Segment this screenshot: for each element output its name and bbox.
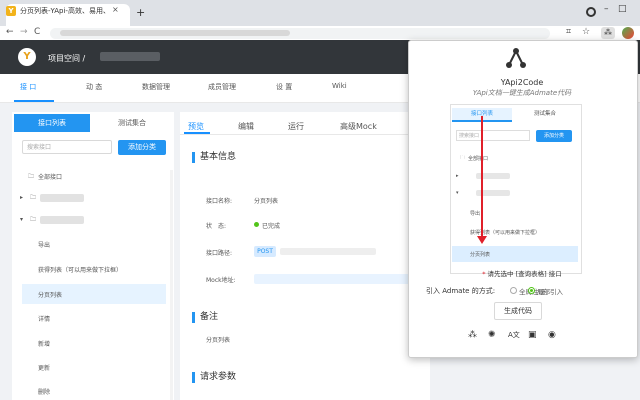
star-icon[interactable]: ☆ <box>582 27 590 37</box>
profile-icon[interactable] <box>586 7 596 17</box>
list-item[interactable]: 导出 <box>38 240 50 249</box>
import-mode-label: 引入 Admate 的方式: <box>426 287 496 295</box>
folder-icon: 🗀 <box>30 194 37 201</box>
shot-search-input: 搜索接口 <box>456 130 530 141</box>
tree-all-interfaces[interactable]: 全部接口 <box>38 172 62 181</box>
tab-edit[interactable]: 编辑 <box>238 121 254 132</box>
tab-run[interactable]: 运行 <box>288 121 304 132</box>
list-item[interactable]: 分页列表 <box>38 290 62 299</box>
tab-data-management[interactable]: 数据管理 <box>142 82 170 92</box>
qr-scan-icon[interactable]: ⌗ <box>566 27 571 37</box>
forward-icon[interactable]: → <box>20 27 28 37</box>
section-basic-info: 基本信息 <box>192 152 236 163</box>
tab-wiki[interactable]: Wiki <box>332 82 347 90</box>
tab-test-collection[interactable]: 测试集合 <box>90 114 174 132</box>
avatar[interactable] <box>622 27 634 39</box>
tab-preview[interactable]: 预览 <box>188 121 204 132</box>
folder-icon: 🗀 <box>28 173 35 180</box>
radio-local-label[interactable]: 局部引入 <box>537 286 563 296</box>
active-tab-indicator <box>14 100 54 102</box>
hint-text: 请先选中 [查询表格] 接口 <box>487 270 562 278</box>
minimize-icon[interactable]: – <box>604 4 609 14</box>
label-status: 状 态: <box>206 223 227 230</box>
share-icon[interactable]: ⁂ <box>468 330 477 340</box>
collapse-icon[interactable]: ▾ <box>20 216 23 223</box>
maximize-icon[interactable]: □ <box>618 4 627 14</box>
url-text-blurred <box>60 30 290 36</box>
shot-tab-test-collection: 测试集合 <box>533 111 556 117</box>
new-tab-button[interactable]: + <box>136 6 145 19</box>
list-item[interactable]: 更新 <box>38 363 50 372</box>
value-status: 已完成 <box>262 223 281 230</box>
tab-member-management[interactable]: 成员管理 <box>208 82 236 92</box>
generate-code-button[interactable]: 生成代码 <box>494 302 542 320</box>
search-input[interactable]: 搜索接口 <box>22 140 112 154</box>
tab-settings[interactable]: 设 置 <box>276 82 292 92</box>
yapi-logo-icon[interactable]: Y <box>18 48 36 66</box>
interface-sidebar <box>12 112 174 400</box>
list-item[interactable]: 详情 <box>38 314 50 323</box>
settings-icon[interactable]: ✺ <box>488 330 496 340</box>
section-request-params: 请求参数 <box>192 372 236 383</box>
status-dot-icon <box>254 222 259 227</box>
popup-hint: * 请先选中 [查询表格] 接口 <box>408 268 636 278</box>
tab-activity[interactable]: 动 态 <box>86 82 102 92</box>
tab-interface[interactable]: 接 口 <box>20 82 36 92</box>
category-name-blurred[interactable] <box>40 216 84 224</box>
expand-icon[interactable]: ▸ <box>20 194 23 201</box>
folder-icon: 🗀 <box>460 155 466 161</box>
shot-list-item: 导出 <box>470 211 481 217</box>
arrow-annotation <box>481 116 483 238</box>
shot-add-category-button: 添加分类 <box>536 130 572 142</box>
window-icon[interactable]: ▣ <box>528 330 537 340</box>
radio-global[interactable] <box>510 287 517 294</box>
popup-title: YApi2Code <box>500 78 544 87</box>
github-icon[interactable]: ◉ <box>548 330 556 340</box>
tab-title: 分页列表-YApi-高效、易用、功能... <box>20 7 108 15</box>
translate-icon[interactable]: A文 <box>508 330 520 340</box>
tab-favicon-icon: Y <box>6 6 16 16</box>
yapi2code-extension-icon[interactable]: ⁂ <box>601 27 615 39</box>
popup-subtitle: YApi文档一键生成Admate代码 <box>472 89 572 97</box>
collapse-icon: ▾ <box>456 190 459 196</box>
list-item[interactable]: 新增 <box>38 339 50 348</box>
value-remark: 分页列表 <box>206 337 231 344</box>
label-mock: Mock地址: <box>206 277 236 284</box>
value-interface-name: 分页列表 <box>254 198 279 205</box>
label-interface-name: 接口名称: <box>206 198 233 205</box>
share-logo-icon <box>506 48 526 68</box>
label-path: 接口路径: <box>206 250 233 257</box>
mock-url-blurred[interactable] <box>254 274 414 284</box>
radio-selected-dot <box>530 289 533 292</box>
tab-advanced-mock[interactable]: 高级Mock <box>340 121 377 132</box>
tab-divider <box>180 134 430 135</box>
project-space-label[interactable]: 项目空间 / <box>48 53 85 64</box>
active-tab-indicator <box>184 132 210 134</box>
category-name-blurred[interactable] <box>40 194 84 202</box>
list-item[interactable]: 获得列表（可以用来做下拉框） <box>38 265 122 274</box>
list-item[interactable]: 删除 <box>38 387 50 396</box>
add-category-button[interactable]: 添加分类 <box>118 140 166 155</box>
section-remark: 备注 <box>192 312 218 323</box>
reload-icon[interactable]: C <box>34 27 40 37</box>
path-blurred <box>280 248 376 255</box>
tab-interface-list[interactable]: 接口列表 <box>14 114 90 132</box>
back-icon[interactable]: ← <box>6 27 14 37</box>
expand-icon: ▸ <box>456 173 459 179</box>
project-name-blurred <box>100 52 160 61</box>
arrow-head-icon <box>477 236 487 244</box>
shot-list-item: 分页列表 <box>470 252 491 258</box>
shot-all-interfaces: 全部接口 <box>468 156 489 162</box>
folder-icon: 🗀 <box>30 216 37 223</box>
tab-close-icon[interactable]: × <box>112 5 119 14</box>
required-star: * <box>482 270 486 278</box>
sidebar-scrollbar[interactable] <box>170 170 173 400</box>
method-badge: POST <box>254 246 276 257</box>
